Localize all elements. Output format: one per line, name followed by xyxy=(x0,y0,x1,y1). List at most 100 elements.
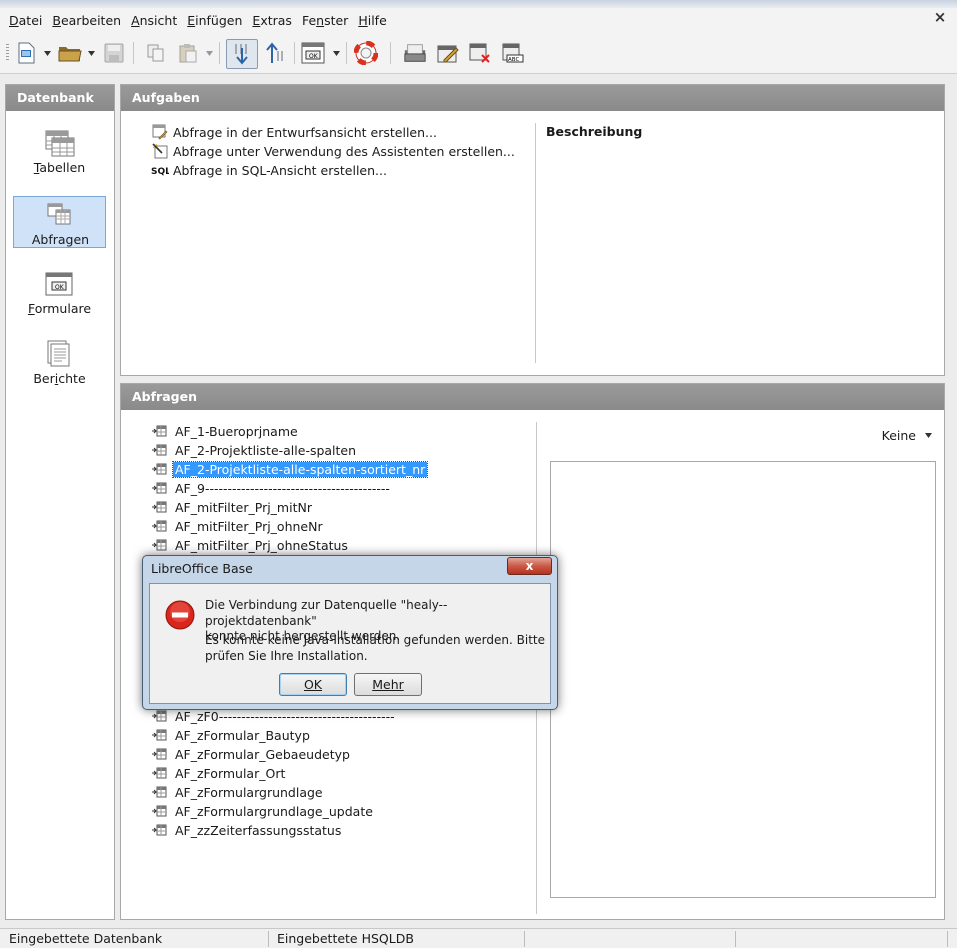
sql-icon: SQL xyxy=(151,162,169,178)
close-document-button[interactable]: × xyxy=(933,10,947,25)
menu-datei[interactable]: Datei xyxy=(4,8,47,34)
query-item-icon xyxy=(152,748,167,760)
query-item-icon xyxy=(152,520,167,532)
delete-database-object-icon[interactable] xyxy=(468,41,492,65)
query-item-label: AF_mitFilter_Prj_ohneNr xyxy=(175,518,323,534)
query-list-item[interactable]: AF_mitFilter_Prj_mitNr xyxy=(151,498,314,516)
ok-button[interactable]: OK xyxy=(279,673,347,696)
help-lifebuoy-icon[interactable] xyxy=(354,41,378,65)
query-item-label: AF_zFormular_Gebaeudetyp xyxy=(175,746,350,762)
query-item-label: AF_zFormulargrundlage xyxy=(175,784,323,800)
query-list-item[interactable]: AF_2-Projektliste-alle-spalten xyxy=(151,441,358,459)
query-list-item[interactable]: AF_mitFilter_Prj_ohneStatus xyxy=(151,536,350,554)
design-view-icon xyxy=(151,124,169,140)
query-list-item[interactable]: AF_zFormular_Bautyp xyxy=(151,726,312,744)
menu-fenster-pre: Fe xyxy=(301,13,317,28)
query-item-label: AF_9------------------------------------… xyxy=(175,480,390,496)
edit-database-object-icon[interactable] xyxy=(436,41,460,65)
query-item-label: AF_zFormulargrundlage_update xyxy=(175,803,373,819)
open-folder-icon[interactable] xyxy=(58,41,82,65)
more-button[interactable]: Mehr xyxy=(354,673,422,696)
open-dropdown-icon[interactable] xyxy=(88,51,95,56)
menu-extras[interactable]: Extras xyxy=(247,8,297,34)
query-list-item[interactable]: AF_2-Projektliste-alle-spalten-sortiert_… xyxy=(151,460,429,478)
menu-bearbeiten-accel: B xyxy=(52,13,61,28)
preview-mode-value: Keine xyxy=(881,428,916,443)
menu-einfuegen-accel: E xyxy=(187,13,196,28)
query-list-item[interactable]: AF_zFormulargrundlage_update xyxy=(151,802,375,820)
query-list-item[interactable]: AF_1-Bueroprjname xyxy=(151,422,300,440)
dialog-title: LibreOffice Base xyxy=(151,561,253,576)
form-dropdown-icon[interactable] xyxy=(333,51,340,56)
sidebar-item-berichte[interactable]: Berichte xyxy=(13,336,106,388)
dialog-detail: Es konnte keine Java-Installation gefund… xyxy=(205,633,545,664)
task-create-design-view[interactable]: Abfrage in der Entwurfsansicht erstellen… xyxy=(151,123,437,141)
query-item-icon xyxy=(152,501,167,513)
menu-bearbeiten-label: earbeiten xyxy=(60,13,122,28)
query-list-item[interactable]: AF_zFormular_Gebaeudetyp xyxy=(151,745,352,763)
query-item-label: AF_2-Projektliste-alle-spalten-sortiert_… xyxy=(171,460,429,478)
window-top-edge xyxy=(0,0,957,8)
form-icon: OK xyxy=(43,269,75,299)
menu-ansicht-accel: A xyxy=(131,13,140,28)
svg-text:OK: OK xyxy=(309,53,319,60)
menu-fenster-label: ster xyxy=(324,13,349,28)
menu-hilfe-accel: H xyxy=(358,13,368,28)
sort-ascending-icon[interactable] xyxy=(262,41,286,65)
menu-fenster[interactable]: Fenster xyxy=(297,8,353,34)
dialog-close-button[interactable]: x xyxy=(507,557,552,575)
description-heading: Beschreibung xyxy=(546,124,643,139)
report-icon xyxy=(43,339,75,369)
query-list-item[interactable]: AF_zFormulargrundlage xyxy=(151,783,325,801)
form-control-icon[interactable]: OK xyxy=(301,41,325,65)
dialog-message-line: Die Verbindung zur Datenquelle "healy--p… xyxy=(205,598,448,628)
sidebar-label-rest: chte xyxy=(58,371,86,386)
status-separator xyxy=(524,931,525,947)
svg-text:OK: OK xyxy=(55,284,65,291)
query-item-icon xyxy=(152,710,167,722)
database-sidebar: Datenbank Tabellen Abfragen OK Formulare… xyxy=(5,84,115,920)
tasks-title: Aufgaben xyxy=(121,85,944,111)
toolbar-grip[interactable] xyxy=(6,44,9,62)
query-item-icon xyxy=(152,729,167,741)
sort-descending-icon[interactable] xyxy=(226,39,258,69)
task-label: Abfrage in SQL-Ansicht erstellen... xyxy=(173,162,387,178)
toolbar-separator xyxy=(133,42,134,64)
sidebar-label-rest: Abfragen xyxy=(31,232,90,247)
new-dropdown-icon[interactable] xyxy=(44,51,51,56)
svg-text:SQL: SQL xyxy=(151,167,169,176)
query-item-icon xyxy=(152,425,167,437)
query-item-icon xyxy=(152,444,167,456)
query-list-item[interactable]: AF_9------------------------------------… xyxy=(151,479,392,497)
query-item-icon xyxy=(152,482,167,494)
rename-database-object-icon[interactable]: ABC xyxy=(501,41,525,65)
toolbar-separator xyxy=(294,42,295,64)
paste-dropdown-icon[interactable] xyxy=(206,51,213,56)
svg-text:ABC: ABC xyxy=(508,57,519,63)
open-database-object-icon[interactable] xyxy=(403,41,427,65)
query-item-icon xyxy=(152,463,167,475)
menu-ansicht[interactable]: Ansicht xyxy=(126,8,182,34)
new-document-icon[interactable] xyxy=(14,41,38,65)
query-item-label: AF_2-Projektliste-alle-spalten xyxy=(175,442,357,458)
copy-icon[interactable] xyxy=(144,41,168,65)
sidebar-title: Datenbank xyxy=(6,85,114,111)
query-item-icon xyxy=(152,539,167,551)
task-create-wizard[interactable]: Abfrage unter Verwendung des Assistenten… xyxy=(151,142,515,160)
menu-bearbeiten[interactable]: Bearbeiten xyxy=(47,8,126,34)
menu-einfuegen[interactable]: Einfügen xyxy=(182,8,247,34)
save-icon[interactable] xyxy=(102,41,126,65)
preview-mode-dropdown[interactable]: Keine xyxy=(882,428,932,443)
task-create-sql-view[interactable]: SQL Abfrage in SQL-Ansicht erstellen... xyxy=(151,161,387,179)
query-list-item[interactable]: AF_mitFilter_Prj_ohneNr xyxy=(151,517,325,535)
paste-icon[interactable] xyxy=(176,41,200,65)
sidebar-item-formulare[interactable]: OK Formulare xyxy=(13,266,106,318)
menu-hilfe[interactable]: Hilfe xyxy=(353,8,391,34)
menu-einfuegen-label: infügen xyxy=(195,13,243,28)
sidebar-item-abfragen[interactable]: Abfragen xyxy=(13,196,106,248)
query-list-item[interactable]: AF_zFormular_Ort xyxy=(151,764,287,782)
wizard-icon xyxy=(151,143,169,159)
sidebar-item-tabellen[interactable]: Tabellen xyxy=(13,125,106,177)
query-list-item[interactable]: AF_zzZeiterfassungsstatus xyxy=(151,821,343,839)
menubar: Datei Bearbeiten Ansicht Einfügen Extras… xyxy=(0,8,957,34)
